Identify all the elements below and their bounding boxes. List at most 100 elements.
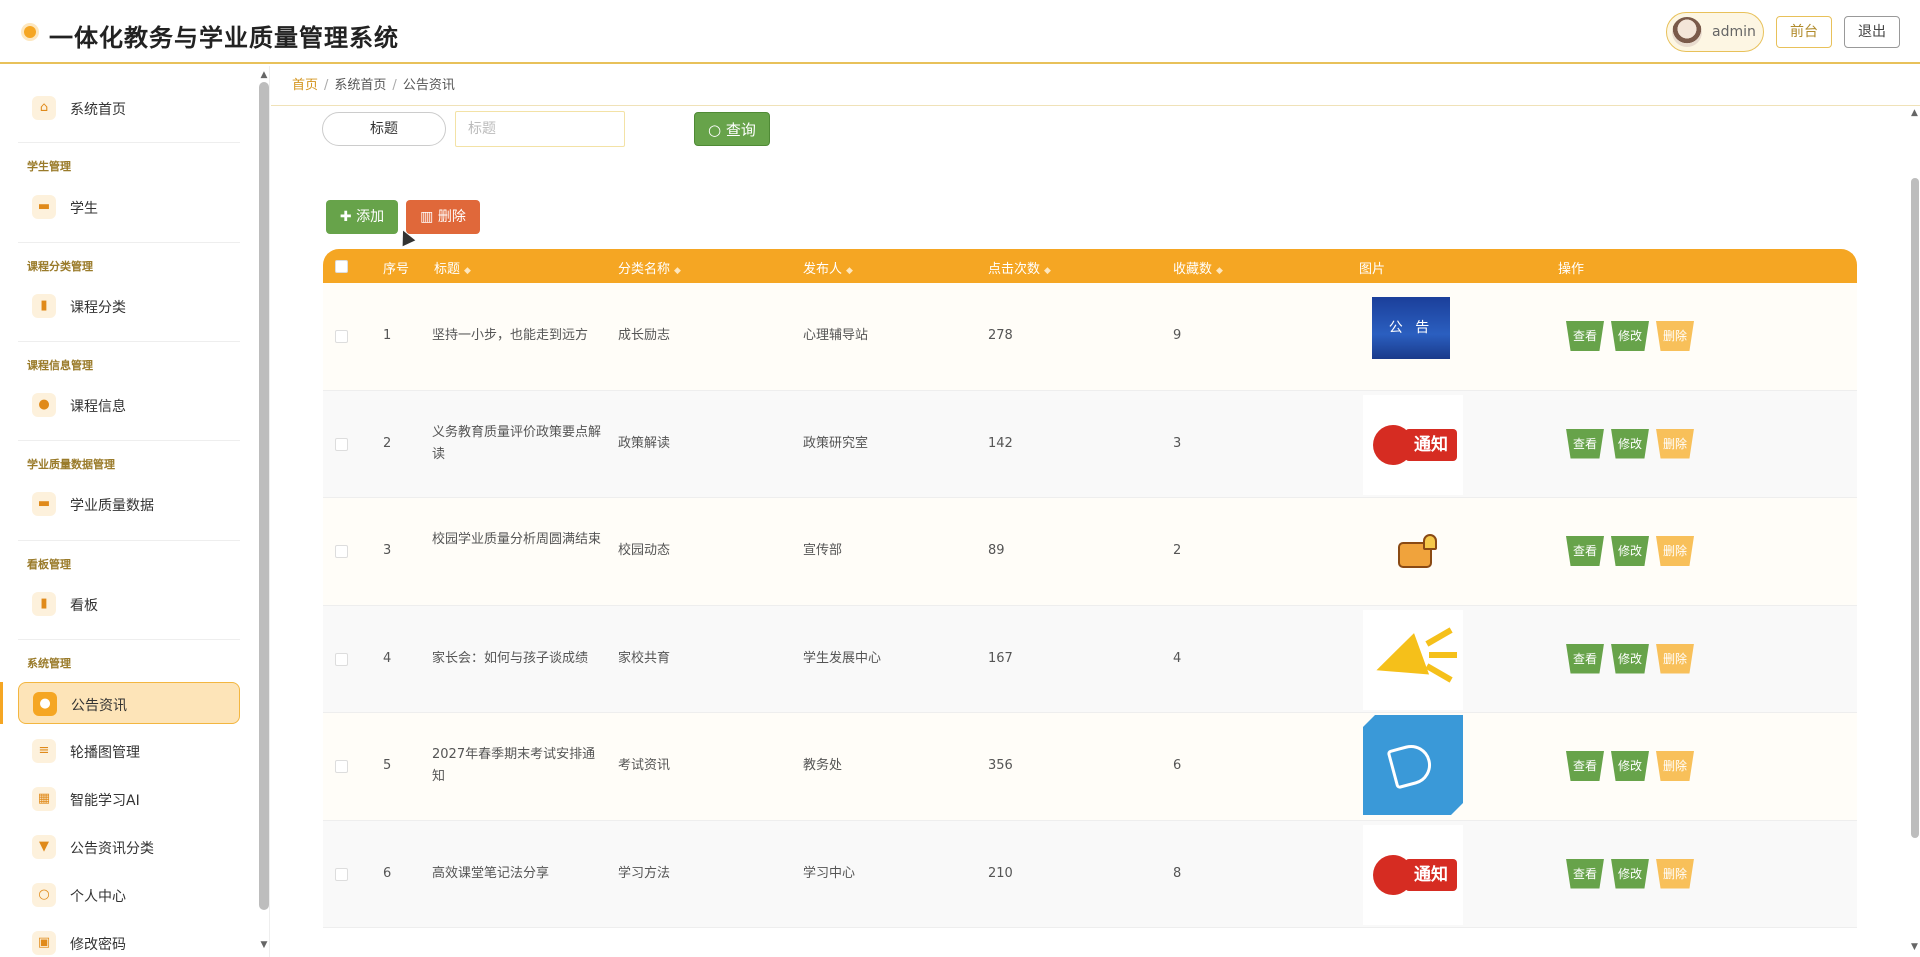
- col-header-publisher[interactable]: 发布人 ◆: [803, 258, 853, 277]
- col-header-category[interactable]: 分类名称 ◆: [618, 258, 681, 277]
- user-menu[interactable]: admin: [1666, 12, 1764, 52]
- view-button[interactable]: 查看: [1566, 751, 1604, 781]
- sidebar-item-ai[interactable]: ▦ 智能学习AI: [18, 778, 240, 820]
- trash-icon: ▥: [420, 209, 434, 225]
- sort-icon[interactable]: ◆: [674, 266, 681, 276]
- row-actions: 查看 修改 删除: [1566, 428, 1701, 459]
- row-delete-button[interactable]: 删除: [1656, 858, 1694, 889]
- edit-button[interactable]: 修改: [1611, 643, 1649, 674]
- sidebar-scrollbar[interactable]: [259, 82, 269, 910]
- view-button[interactable]: 查看: [1566, 321, 1604, 351]
- cell-image[interactable]: 通知: [1363, 394, 1463, 495]
- view-button[interactable]: 查看: [1566, 858, 1604, 889]
- sort-icon[interactable]: ◆: [1044, 266, 1051, 276]
- sort-icon[interactable]: ◆: [464, 266, 471, 276]
- sidebar-item-label: 公告资讯: [71, 698, 127, 714]
- row-delete-button[interactable]: 删除: [1656, 321, 1694, 351]
- cell-image[interactable]: [1363, 502, 1463, 602]
- logout-button[interactable]: 退出: [1844, 16, 1900, 48]
- divider: [18, 242, 240, 243]
- edit-button[interactable]: 修改: [1611, 321, 1649, 351]
- breadcrumb-current: 公告资讯: [402, 78, 455, 93]
- pin-icon: ●: [33, 692, 57, 716]
- user-name: admin: [1712, 24, 1756, 40]
- page-scrollbar[interactable]: [1911, 178, 1919, 838]
- view-button[interactable]: 查看: [1566, 643, 1604, 674]
- breadcrumb-home[interactable]: 首页: [292, 78, 318, 93]
- ray-icon: [1429, 651, 1457, 658]
- sliders-icon: ≡: [32, 739, 56, 763]
- sidebar-item-label: 公告资讯分类: [70, 841, 154, 857]
- row-checkbox[interactable]: [335, 867, 348, 881]
- sidebar-item-password[interactable]: ▣ 修改密码: [18, 922, 240, 957]
- sidebar-item-dashboard[interactable]: ▮ 看板: [18, 583, 240, 625]
- sidebar-item-label: 学业质量数据: [70, 498, 154, 514]
- row-checkbox[interactable]: [335, 760, 348, 773]
- row-delete-button[interactable]: 删除: [1656, 643, 1694, 674]
- cell-no: 4: [383, 650, 392, 666]
- row-checkbox[interactable]: [335, 330, 348, 343]
- cell-title: 2027年春季期末考试安排通知: [432, 747, 596, 784]
- group-title: 看板管理: [27, 558, 71, 571]
- cell-image[interactable]: 公 告: [1372, 297, 1450, 359]
- view-button[interactable]: 查看: [1566, 428, 1604, 459]
- delete-button[interactable]: ▥ 删除: [406, 200, 480, 234]
- group-title: 系统管理: [27, 657, 71, 670]
- sidebar-item-home[interactable]: ⌂ 系统首页: [18, 87, 240, 129]
- col-header-favorites[interactable]: 收藏数 ◆: [1173, 258, 1223, 277]
- row-checkbox[interactable]: [335, 437, 348, 451]
- sort-icon[interactable]: ◆: [846, 266, 853, 276]
- edit-button[interactable]: 修改: [1611, 858, 1649, 889]
- table-row: 5 2027年春季期末考试安排通知 考试资讯 教务处 356 6 查看 修改 删除: [323, 713, 1857, 821]
- row-delete-button[interactable]: 删除: [1656, 428, 1694, 459]
- col-header-label: 点击次数: [988, 262, 1041, 277]
- cell-image[interactable]: 通知: [1363, 824, 1463, 925]
- sidebar-item-course-info[interactable]: ● 课程信息: [18, 384, 240, 426]
- active-indicator: [0, 682, 3, 724]
- row-delete-button[interactable]: 删除: [1656, 536, 1694, 566]
- row-actions: 查看 修改 删除: [1566, 858, 1701, 889]
- sidebar-scroll-down-icon[interactable]: ▼: [259, 940, 269, 950]
- sidebar-item-student[interactable]: ▬ 学生: [18, 186, 240, 228]
- breadcrumb-item[interactable]: 系统首页: [334, 78, 386, 93]
- edit-button[interactable]: 修改: [1611, 536, 1649, 566]
- page-scroll-up-icon[interactable]: ▲: [1911, 108, 1918, 118]
- cell-title: 高效课堂笔记法分享: [432, 865, 550, 881]
- add-button[interactable]: ✚ 添加: [326, 200, 398, 234]
- sidebar-item-course-category[interactable]: ▮ 课程分类: [18, 285, 240, 327]
- select-all-checkbox[interactable]: [335, 260, 348, 273]
- sidebar-item-carousel[interactable]: ≡ 轮播图管理: [18, 730, 240, 772]
- sidebar-item-announcement[interactable]: ● 公告资讯: [18, 682, 240, 724]
- cell-clicks: 356: [988, 758, 1013, 773]
- cell-image[interactable]: [1363, 715, 1463, 815]
- page-scroll-down-icon[interactable]: ▼: [1911, 942, 1918, 952]
- sidebar-item-profile[interactable]: ○ 个人中心: [18, 874, 240, 916]
- row-checkbox[interactable]: [335, 652, 348, 666]
- edit-button[interactable]: 修改: [1611, 751, 1649, 781]
- divider: [18, 341, 240, 342]
- view-button[interactable]: 查看: [1566, 536, 1604, 566]
- cell-clicks: 210: [988, 865, 1013, 881]
- col-header-label: 标题: [434, 262, 461, 277]
- col-header-title[interactable]: 标题 ◆: [434, 258, 471, 277]
- sidebar: ⌂ 系统首页 学生管理 ▬ 学生 课程分类管理 ▮ 课程分类 课程信息管理 ● …: [0, 66, 270, 957]
- row-checkbox[interactable]: [335, 545, 348, 558]
- group-title: 学业质量数据管理: [27, 458, 115, 471]
- edit-button[interactable]: 修改: [1611, 428, 1649, 459]
- search-input[interactable]: [455, 111, 625, 147]
- row-delete-button[interactable]: 删除: [1656, 751, 1694, 781]
- cell-publisher: 政策研究室: [803, 435, 869, 451]
- cell-image[interactable]: [1363, 609, 1463, 710]
- sidebar-item-quality-data[interactable]: ▬ 学业质量数据: [18, 483, 240, 525]
- sort-icon[interactable]: ◆: [1216, 266, 1223, 276]
- sidebar-item-label: 修改密码: [70, 937, 126, 953]
- front-button[interactable]: 前台: [1776, 16, 1832, 48]
- sidebar-item-announcement-category[interactable]: ▼ 公告资讯分类: [18, 826, 240, 868]
- cell-publisher: 学生发展中心: [803, 650, 882, 666]
- cell-favorites: 6: [1173, 758, 1182, 773]
- delete-button-label: 删除: [437, 209, 466, 225]
- cell-title: 校园学业质量分析周圆满结束: [432, 532, 602, 547]
- sidebar-scroll-up-icon[interactable]: ▲: [259, 70, 269, 80]
- query-button[interactable]: ○ 查询: [694, 112, 770, 146]
- col-header-clicks[interactable]: 点击次数 ◆: [988, 258, 1051, 277]
